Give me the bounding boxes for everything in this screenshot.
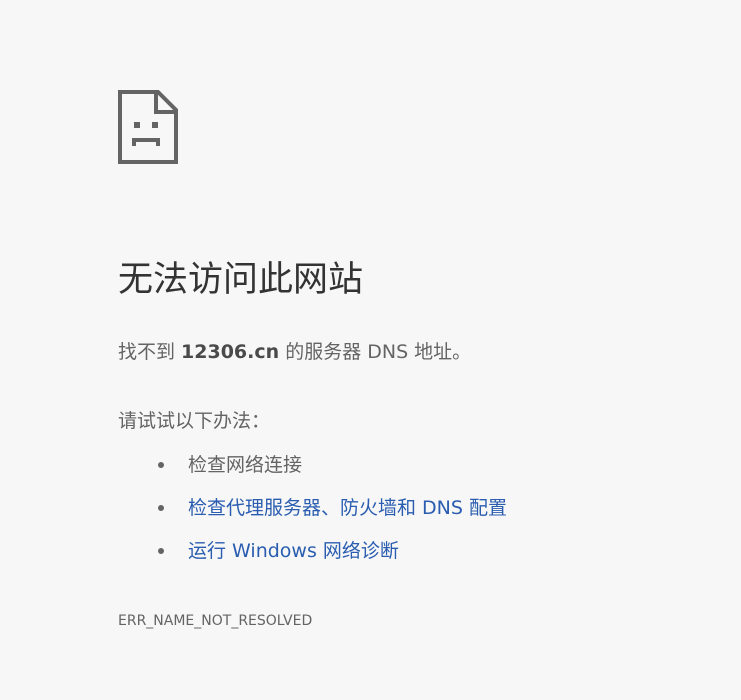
summary-prefix: 找不到 bbox=[118, 341, 182, 363]
suggestion-check-proxy: 检查代理服务器、防火墙和 DNS 配置 bbox=[118, 492, 507, 535]
summary-suffix: 的服务器 DNS 地址。 bbox=[279, 341, 472, 363]
suggestion-list: 检查网络连接 检查代理服务器、防火墙和 DNS 配置 运行 Windows 网络… bbox=[118, 449, 507, 578]
run-network-diagnostics-link[interactable]: 运行 Windows 网络诊断 bbox=[188, 540, 399, 562]
error-summary: 找不到 12306.cn 的服务器 DNS 地址。 bbox=[118, 336, 471, 368]
suggestion-label: 检查网络连接 bbox=[188, 454, 303, 476]
bullet-icon bbox=[158, 548, 164, 554]
sad-document-icon bbox=[118, 90, 178, 164]
page-title: 无法访问此网站 bbox=[118, 260, 364, 300]
suggestions-intro: 请试试以下办法： bbox=[118, 410, 271, 432]
error-code: ERR_NAME_NOT_RESOLVED bbox=[118, 613, 313, 629]
host-name: 12306.cn bbox=[181, 341, 280, 363]
bullet-icon bbox=[158, 505, 164, 511]
error-page: 无法访问此网站 找不到 12306.cn 的服务器 DNS 地址。 请试试以下办… bbox=[0, 0, 741, 700]
suggestion-run-diagnostics: 运行 Windows 网络诊断 bbox=[118, 535, 507, 578]
bullet-icon bbox=[158, 462, 164, 468]
check-proxy-firewall-dns-link[interactable]: 检查代理服务器、防火墙和 DNS 配置 bbox=[188, 497, 507, 519]
suggestion-check-network: 检查网络连接 bbox=[118, 449, 507, 492]
